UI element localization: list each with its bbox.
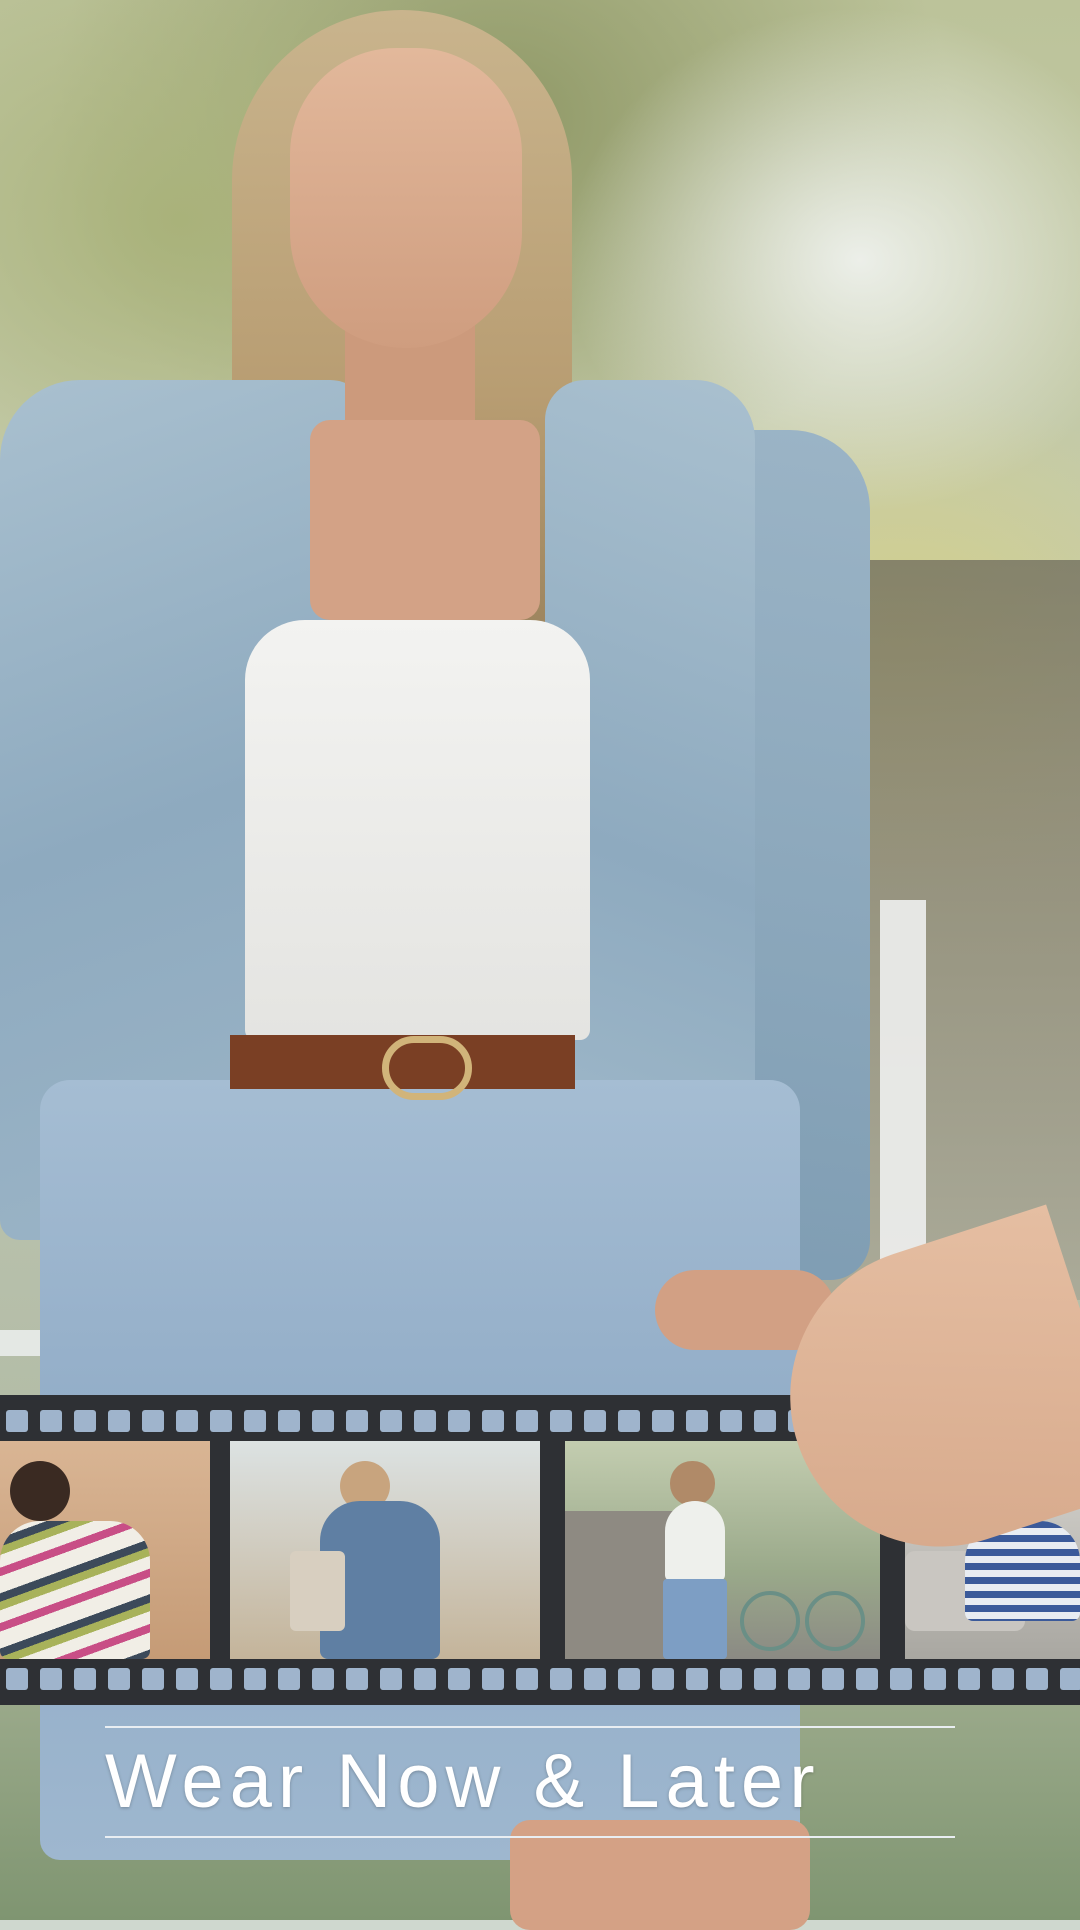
sprocket-hole	[822, 1668, 844, 1690]
sprocket-hole	[958, 1668, 980, 1690]
sprocket-hole	[516, 1410, 538, 1432]
sprocket-hole	[584, 1668, 606, 1690]
sprocket-hole	[482, 1668, 504, 1690]
sprocket-hole	[788, 1668, 810, 1690]
sprocket-hole	[278, 1668, 300, 1690]
sprocket-hole	[6, 1410, 28, 1432]
sprocket-hole	[584, 1410, 606, 1432]
sprocket-hole	[482, 1410, 504, 1432]
bicycle-wheel	[740, 1591, 800, 1651]
sprocket-hole	[516, 1668, 538, 1690]
sprocket-hole	[210, 1668, 232, 1690]
sprocket-hole	[890, 1668, 912, 1690]
sprocket-hole	[346, 1668, 368, 1690]
jeans	[663, 1579, 727, 1659]
sprocket-hole	[992, 1668, 1014, 1690]
headline-rule-top	[105, 1726, 955, 1728]
sprocket-hole	[380, 1668, 402, 1690]
sprocket-hole	[6, 1668, 28, 1690]
sprocket-hole	[380, 1410, 402, 1432]
white-top	[665, 1501, 725, 1581]
sprocket-hole	[448, 1668, 470, 1690]
sprocket-hole	[312, 1410, 334, 1432]
sprocket-hole	[720, 1410, 742, 1432]
sprocket-hole	[448, 1410, 470, 1432]
sprocket-hole	[754, 1668, 776, 1690]
sprocket-hole	[278, 1410, 300, 1432]
sprocket-hole	[142, 1410, 164, 1432]
sprocket-hole	[652, 1668, 674, 1690]
belt-buckle	[382, 1036, 472, 1100]
chest	[310, 420, 540, 620]
headline: Wear Now & Later	[105, 1739, 821, 1824]
striped-sweater-frame	[0, 1441, 210, 1659]
sprocket-hole	[108, 1668, 130, 1690]
sprocket-hole	[414, 1410, 436, 1432]
sprocket-hole	[244, 1668, 266, 1690]
sprocket-hole	[176, 1410, 198, 1432]
face	[290, 48, 522, 348]
white-tank-top	[245, 620, 590, 1040]
sprocket-hole	[550, 1410, 572, 1432]
sprocket-hole	[550, 1668, 572, 1690]
sprocket-hole	[652, 1410, 674, 1432]
sprocket-hole	[754, 1410, 776, 1432]
sprocket-hole	[312, 1668, 334, 1690]
sprocket-hole	[40, 1668, 62, 1690]
figure-head	[10, 1461, 70, 1521]
sprocket-hole	[924, 1668, 946, 1690]
sprocket-hole	[244, 1410, 266, 1432]
bicycle-wheel	[805, 1591, 865, 1651]
headline-rule-bottom	[105, 1836, 955, 1838]
sprocket-hole	[108, 1410, 130, 1432]
sprocket-hole	[720, 1668, 742, 1690]
sprocket-hole	[176, 1668, 198, 1690]
sprocket-hole	[618, 1410, 640, 1432]
sprocket-hole	[686, 1668, 708, 1690]
sprocket-hole	[856, 1668, 878, 1690]
sprocket-hole	[414, 1668, 436, 1690]
sprocket-hole	[142, 1668, 164, 1690]
sprocket-hole	[74, 1668, 96, 1690]
sprocket-holes-bottom	[0, 1657, 1080, 1701]
sprocket-hole	[210, 1410, 232, 1432]
sprocket-hole	[686, 1410, 708, 1432]
sprocket-hole	[618, 1668, 640, 1690]
sprocket-hole	[74, 1410, 96, 1432]
sprocket-hole	[346, 1410, 368, 1432]
sprocket-hole	[1060, 1668, 1080, 1690]
tote-bag	[290, 1551, 345, 1631]
striped-sweater	[0, 1521, 150, 1659]
sprocket-hole	[1026, 1668, 1048, 1690]
sprocket-hole	[40, 1410, 62, 1432]
figure-head	[670, 1461, 715, 1506]
denim-dress-frame	[230, 1441, 540, 1659]
